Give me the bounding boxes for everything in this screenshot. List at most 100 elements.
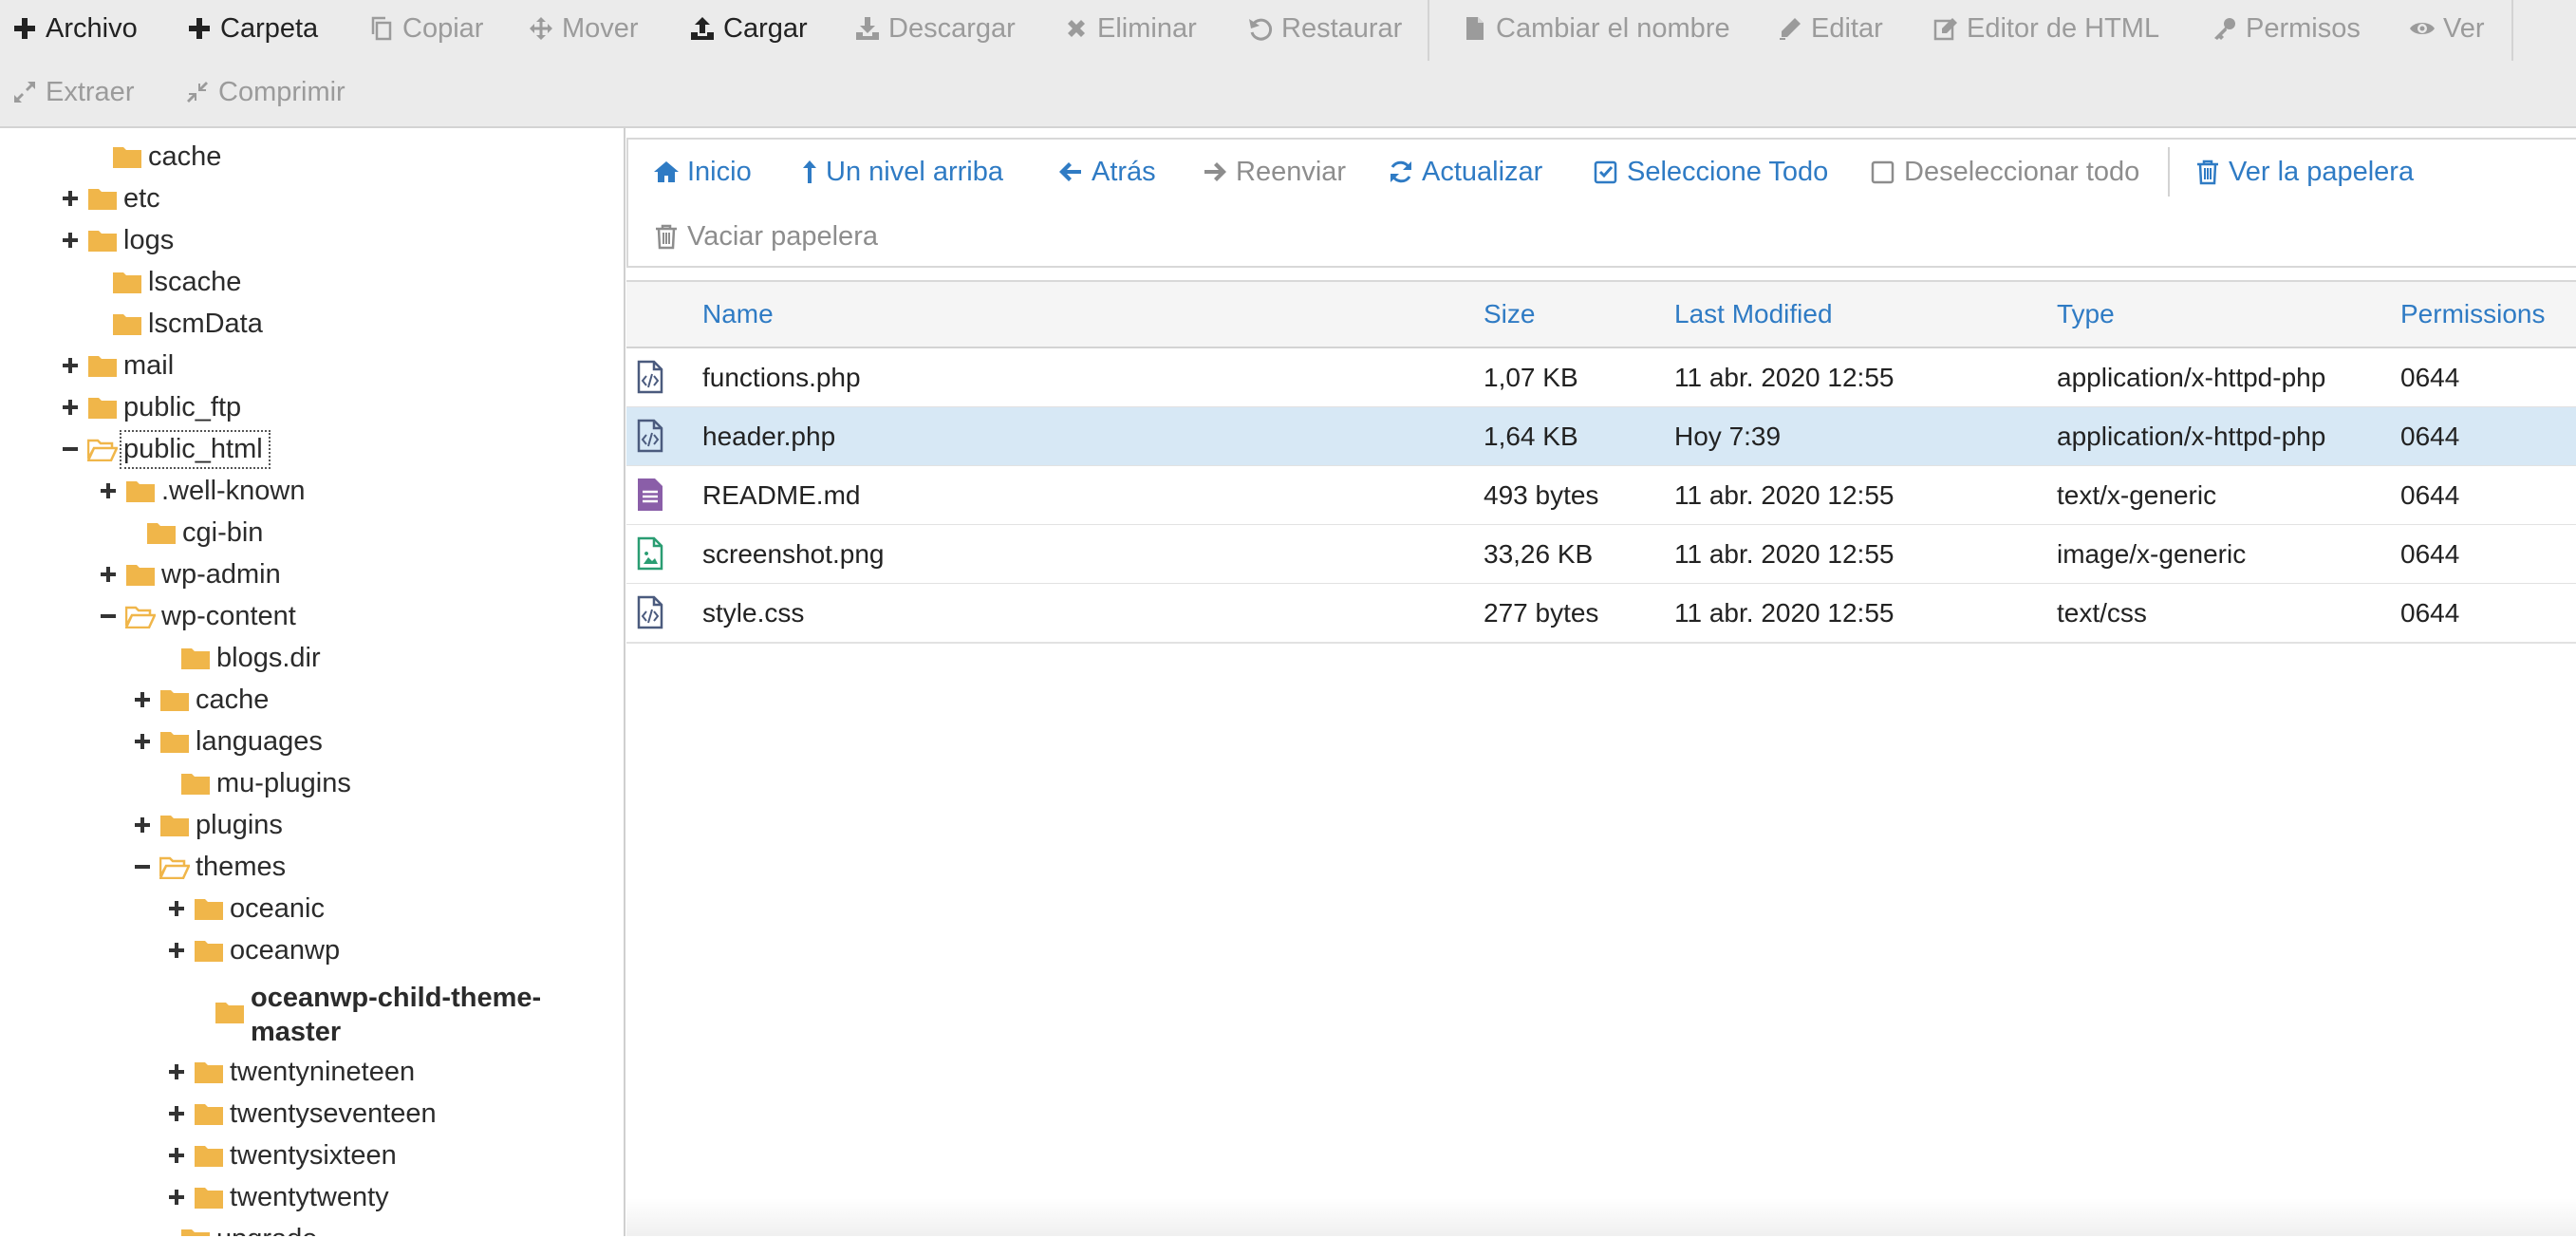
column-header-name[interactable]: Name bbox=[702, 299, 774, 329]
folder-icon bbox=[159, 687, 190, 712]
collapse-icon[interactable] bbox=[57, 436, 84, 462]
column-header-permissions[interactable]: Permissions bbox=[2400, 299, 2545, 329]
navbar-divider bbox=[2168, 147, 2170, 197]
tree-node-twentyseventeen[interactable]: twentyseventeen bbox=[163, 1095, 437, 1133]
tree-node-oceanic[interactable]: oceanic bbox=[163, 890, 325, 928]
expand-icon[interactable] bbox=[163, 1142, 190, 1169]
delete-button[interactable]: Eliminar bbox=[1063, 0, 1197, 57]
copy-button[interactable]: Copiar bbox=[368, 0, 483, 57]
tree-node-languages[interactable]: languages bbox=[129, 722, 323, 760]
table-row[interactable]: header.php 1,64 KB Hoy 7:39 application/x-h… bbox=[626, 407, 2576, 467]
expand-icon[interactable] bbox=[57, 227, 84, 253]
tree-node-twentytwenty[interactable]: twentytwenty bbox=[163, 1178, 389, 1216]
tree-node-twentynineteen[interactable]: twentynineteen bbox=[163, 1053, 415, 1091]
cell-type: application/x-httpd-php bbox=[2057, 422, 2326, 451]
tree-node-label: upgrade bbox=[216, 1224, 317, 1237]
table-row[interactable]: screenshot.png 33,26 KB 11 abr. 2020 12:55… bbox=[626, 525, 2576, 585]
cell-size: 277 bytes bbox=[1484, 598, 1599, 628]
expand-icon[interactable] bbox=[163, 937, 190, 964]
cell-name[interactable]: style.css bbox=[702, 598, 804, 628]
tree-node-oceanwp[interactable]: oceanwp bbox=[163, 931, 340, 969]
new-file-button[interactable]: Archivo bbox=[11, 0, 138, 57]
cell-name[interactable]: functions.php bbox=[702, 363, 861, 393]
expand-icon[interactable] bbox=[163, 1059, 190, 1085]
column-header-size[interactable]: Size bbox=[1484, 299, 1535, 329]
tree-node-twentysixteen[interactable]: twentysixteen bbox=[163, 1136, 397, 1174]
key-icon bbox=[2212, 15, 2238, 42]
expand-icon[interactable] bbox=[57, 352, 84, 379]
tree-node-lscmdata[interactable]: lscmData bbox=[82, 305, 263, 343]
toolbar: Archivo Carpeta Copiar Mover Cargar Desc… bbox=[0, 0, 2576, 128]
tree-node-cache[interactable]: cache bbox=[82, 138, 221, 176]
rename-button[interactable]: Cambiar el nombre bbox=[1462, 0, 1730, 57]
view-trash-button[interactable]: Ver la papelera bbox=[2194, 147, 2414, 197]
expand-icon[interactable] bbox=[163, 895, 190, 922]
cell-name[interactable]: screenshot.png bbox=[702, 539, 884, 570]
expand-icon[interactable] bbox=[129, 686, 156, 713]
tree-node-blogs-dir[interactable]: blogs.dir bbox=[150, 639, 321, 677]
tree-node-well-known[interactable]: .well-known bbox=[95, 472, 306, 510]
tree-node-label: etc bbox=[123, 182, 160, 214]
select-all-button[interactable]: Seleccione Todo bbox=[1593, 147, 1828, 197]
table-row[interactable]: functions.php 1,07 KB 11 abr. 2020 12:55 ap… bbox=[626, 348, 2576, 408]
extract-button[interactable]: Extraer bbox=[11, 64, 134, 121]
tree-node-label: oceanwp-child-theme-master bbox=[251, 983, 542, 1047]
tree-node-themes[interactable]: themes bbox=[129, 848, 286, 886]
tree-node-upgrade[interactable]: upgrade bbox=[150, 1220, 317, 1236]
expand-icon[interactable] bbox=[163, 1184, 190, 1210]
restore-button[interactable]: Restaurar bbox=[1247, 0, 1402, 57]
html-editor-button[interactable]: Editor de HTML bbox=[1932, 0, 2159, 57]
column-header-last-modified[interactable]: Last Modified bbox=[1674, 299, 1833, 329]
tree-node-label: themes bbox=[196, 851, 287, 882]
up-one-level-button[interactable]: Un nivel arriba bbox=[801, 147, 1003, 197]
tree-node-wp-content[interactable]: wp-content bbox=[95, 597, 296, 635]
table-row[interactable]: style.css 277 bytes 11 abr. 2020 12:55 text… bbox=[626, 584, 2576, 644]
tree-node-plugins[interactable]: plugins bbox=[129, 806, 283, 844]
folder-open-icon bbox=[125, 604, 156, 628]
tree-node-mail[interactable]: mail bbox=[57, 347, 174, 385]
upload-button[interactable]: Cargar bbox=[689, 0, 808, 57]
download-button[interactable]: Descargar bbox=[854, 0, 1016, 57]
collapse-icon[interactable] bbox=[129, 853, 156, 880]
home-button[interactable]: Inicio bbox=[653, 147, 752, 197]
permissions-button[interactable]: Permisos bbox=[2212, 0, 2361, 57]
tree-node-public-ftp[interactable]: public_ftp bbox=[57, 388, 241, 426]
tree-node-label: plugins bbox=[196, 809, 283, 840]
expand-icon[interactable] bbox=[129, 812, 156, 838]
tree-node-logs[interactable]: logs bbox=[57, 221, 174, 259]
expand-icon[interactable] bbox=[95, 561, 121, 588]
forward-button[interactable]: Reenviar bbox=[1202, 147, 1346, 197]
tree-node-etc[interactable]: etc bbox=[57, 179, 160, 217]
column-header-type[interactable]: Type bbox=[2057, 299, 2115, 329]
deselect-all-button[interactable]: Deseleccionar todo bbox=[1870, 147, 2139, 197]
collapse-icon[interactable] bbox=[95, 603, 121, 629]
tree-node-cgi-bin[interactable]: cgi-bin bbox=[116, 514, 263, 552]
move-button[interactable]: Mover bbox=[528, 0, 639, 57]
table-row[interactable]: README.md 493 bytes 11 abr. 2020 12:55 text… bbox=[626, 466, 2576, 526]
new-folder-button[interactable]: Carpeta bbox=[186, 0, 318, 57]
tree-node-public-html[interactable]: public_html bbox=[57, 429, 271, 469]
cell-modified: 11 abr. 2020 12:55 bbox=[1674, 480, 1895, 510]
tree-node-oceanwp-child-theme-master[interactable]: oceanwp-child-theme-master bbox=[184, 981, 554, 1057]
compress-button[interactable]: Comprimir bbox=[184, 64, 345, 121]
expand-icon[interactable] bbox=[163, 1100, 190, 1127]
empty-trash-button[interactable]: Vaciar papelera bbox=[653, 212, 878, 261]
tree-node-lscache[interactable]: lscache bbox=[82, 263, 241, 301]
tree-node-label: languages bbox=[196, 725, 323, 757]
back-button[interactable]: Atrás bbox=[1057, 147, 1156, 197]
tree-node-wp-admin[interactable]: wp-admin bbox=[95, 555, 281, 593]
tree-node-cache[interactable]: cache bbox=[129, 681, 269, 719]
refresh-button[interactable]: Actualizar bbox=[1388, 147, 1542, 197]
view-button[interactable]: Ver bbox=[2409, 0, 2485, 57]
tree-node-mu-plugins[interactable]: mu-plugins bbox=[150, 764, 351, 802]
expand-icon[interactable] bbox=[95, 478, 121, 504]
copy-icon bbox=[368, 15, 395, 42]
cell-name[interactable]: header.php bbox=[702, 422, 835, 452]
expand-icon[interactable] bbox=[57, 185, 84, 212]
expand-icon[interactable] bbox=[129, 728, 156, 755]
edit-button[interactable]: Editar bbox=[1777, 0, 1883, 57]
expand-icon[interactable] bbox=[57, 394, 84, 421]
cell-name[interactable]: README.md bbox=[702, 480, 860, 511]
text-file-icon bbox=[636, 478, 664, 512]
cell-modified: 11 abr. 2020 12:55 bbox=[1674, 598, 1895, 628]
